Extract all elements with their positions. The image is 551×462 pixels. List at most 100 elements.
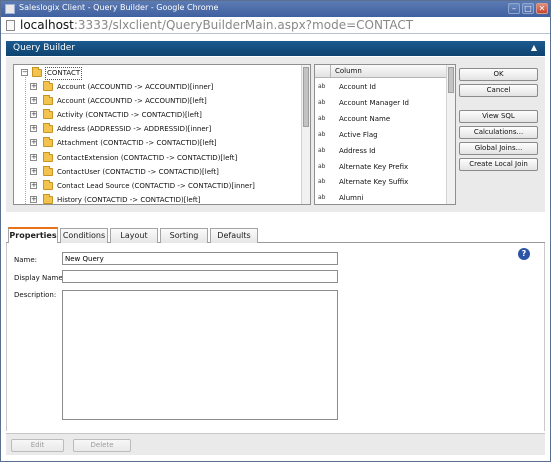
column-list[interactable]: Column ab Account Id ab Account Manager Id a…: [314, 64, 456, 205]
tree-item[interactable]: + Account (ACCOUNTID -> ACCOUNTID)[inner]: [14, 80, 303, 94]
expand-icon[interactable]: +: [30, 139, 37, 147]
url-path: :3333/slxclient/QueryBuilderMain.aspx?mo…: [73, 18, 414, 32]
url-text[interactable]: localhost:3333/slxclient/QueryBuilderMai…: [20, 18, 413, 32]
column-name: Active Flag: [339, 130, 378, 139]
tree-item[interactable]: + ContactExtension (CONTACTID -> CONTACTI…: [14, 151, 303, 165]
column-scroll-thumb[interactable]: [448, 67, 454, 93]
minimize-button[interactable]: –: [508, 3, 520, 14]
footer-toolbar: Edit Delete: [6, 433, 545, 455]
string-type-icon: ab: [318, 162, 326, 170]
tree-item-label: Attachment (CONTACTID -> CONTACTID)[left…: [57, 139, 217, 148]
tree-item[interactable]: + History (CONTACTID -> CONTACTID)[left]: [14, 193, 303, 204]
ok-button[interactable]: OK: [459, 68, 538, 81]
name-field[interactable]: [62, 252, 338, 265]
expand-icon[interactable]: +: [30, 195, 37, 203]
column-name: Account Name: [339, 114, 391, 123]
column-row[interactable]: ab Alternate Key Suffix: [315, 174, 448, 190]
maximize-button[interactable]: □: [522, 3, 534, 14]
address-bar[interactable]: localhost:3333/slxclient/QueryBuilderMai…: [1, 17, 550, 34]
query-builder-header: Query Builder ▲: [6, 41, 545, 56]
display-name-label: Display Name:: [14, 274, 66, 282]
window-title: Saleslogix Client - Query Builder - Goog…: [19, 3, 219, 12]
view-sql-button[interactable]: View SQL: [459, 110, 538, 123]
help-icon[interactable]: ?: [518, 248, 530, 260]
tree-root[interactable]: − CONTACT: [14, 66, 303, 80]
column-name: Account Manager Id: [339, 98, 409, 107]
tree-item-label: Activity (CONTACTID -> CONTACTID)[left]: [57, 111, 202, 120]
description-field[interactable]: [62, 290, 338, 420]
string-type-icon: ab: [318, 130, 326, 138]
column-header-label: Column: [335, 67, 362, 75]
collapse-icon[interactable]: −: [21, 69, 28, 76]
expand-icon[interactable]: +: [30, 111, 37, 119]
tab-conditions[interactable]: Conditions: [60, 228, 108, 243]
display-name-field[interactable]: [62, 270, 338, 283]
tree-item[interactable]: + Attachment (CONTACTID -> CONTACTID)[lef…: [14, 136, 303, 150]
page-icon: [6, 20, 15, 31]
app-icon: [5, 4, 15, 14]
tree-item-label: ContactUser (CONTACTID -> CONTACTID)[lef…: [57, 167, 219, 176]
delete-button[interactable]: Delete: [73, 439, 131, 452]
column-name: Alumni: [339, 194, 364, 203]
folder-icon: [43, 123, 53, 134]
string-type-icon: ab: [318, 178, 326, 186]
description-label: Description:: [14, 291, 57, 299]
column-row[interactable]: ab Account Id: [315, 79, 448, 95]
expand-icon[interactable]: +: [30, 181, 37, 189]
folder-icon: [43, 165, 53, 176]
tab-sorting[interactable]: Sorting: [160, 228, 208, 243]
header-separator: [330, 65, 331, 77]
close-button[interactable]: ✕: [536, 3, 548, 14]
folder-icon: [43, 109, 53, 120]
pin-icon[interactable]: ▲: [528, 43, 540, 53]
create-local-join-button[interactable]: Create Local Join: [459, 158, 538, 171]
string-type-icon: ab: [318, 194, 326, 202]
column-name: Address Id: [339, 146, 376, 155]
query-editor-panel: − CONTACT + Account (ACCOUNTID -> ACCOUNT…: [6, 57, 545, 212]
page-title: Query Builder: [13, 43, 76, 53]
tab-layout[interactable]: Layout: [110, 228, 158, 243]
column-list-header: Column: [315, 65, 448, 78]
column-row[interactable]: ab Account Manager Id: [315, 95, 448, 111]
url-host: localhost: [20, 18, 74, 32]
table-tree[interactable]: − CONTACT + Account (ACCOUNTID -> ACCOUNT…: [13, 64, 311, 205]
expand-icon[interactable]: +: [30, 167, 37, 175]
folder-icon: [43, 151, 53, 162]
tree-item[interactable]: + Account (ACCOUNTID -> ACCOUNTID)[left]: [14, 94, 303, 108]
calculations-button[interactable]: Calculations...: [459, 126, 538, 139]
column-name: Account Id: [339, 83, 376, 91]
column-row[interactable]: ab Alternate Key Prefix: [315, 159, 448, 175]
column-row[interactable]: ab Address Id: [315, 143, 448, 159]
column-name: Alternate Key Suffix: [339, 178, 409, 187]
tree-item[interactable]: + Address (ADDRESSID -> ADDRESSID)[inner]: [14, 122, 303, 136]
column-row[interactable]: ab Active Flag: [315, 127, 448, 143]
tree-scroll-thumb[interactable]: [303, 67, 309, 127]
column-name: Alternate Key Prefix: [339, 162, 409, 171]
expand-icon[interactable]: +: [30, 125, 37, 133]
tree-item[interactable]: + ContactUser (CONTACTID -> CONTACTID)[le…: [14, 165, 303, 179]
tree-item-label: Address (ADDRESSID -> ADDRESSID)[inner]: [57, 125, 212, 134]
string-type-icon: ab: [318, 146, 326, 154]
tab-defaults[interactable]: Defaults: [210, 228, 258, 243]
folder-icon: [43, 193, 53, 204]
expand-icon[interactable]: +: [30, 153, 37, 161]
tab-bar: Properties Conditions Layout Sorting Def…: [6, 227, 545, 244]
global-joins-button[interactable]: Global Joins...: [459, 142, 538, 155]
browser-window: Saleslogix Client - Query Builder - Goog…: [0, 0, 551, 462]
folder-icon: [43, 95, 53, 106]
tree-item-label: Account (ACCOUNTID -> ACCOUNTID)[inner]: [57, 83, 214, 91]
folder-open-icon: [32, 67, 42, 77]
column-row[interactable]: ab Account Name: [315, 111, 448, 127]
edit-button[interactable]: Edit: [11, 439, 64, 452]
tree-item[interactable]: + Activity (CONTACTID -> CONTACTID)[left]: [14, 108, 303, 122]
column-scrollbar[interactable]: [446, 65, 455, 204]
tab-properties[interactable]: Properties: [8, 227, 58, 244]
expand-icon[interactable]: +: [30, 97, 37, 105]
tree-item[interactable]: + Contact Lead Source (CONTACTID -> CONTA…: [14, 179, 303, 193]
tree-scrollbar[interactable]: [301, 65, 310, 204]
expand-icon[interactable]: +: [30, 83, 37, 90]
window-titlebar[interactable]: Saleslogix Client - Query Builder - Goog…: [1, 1, 550, 17]
cancel-button[interactable]: Cancel: [459, 84, 538, 97]
column-row[interactable]: ab Alumni: [315, 190, 448, 204]
name-label: Name:: [14, 256, 38, 264]
